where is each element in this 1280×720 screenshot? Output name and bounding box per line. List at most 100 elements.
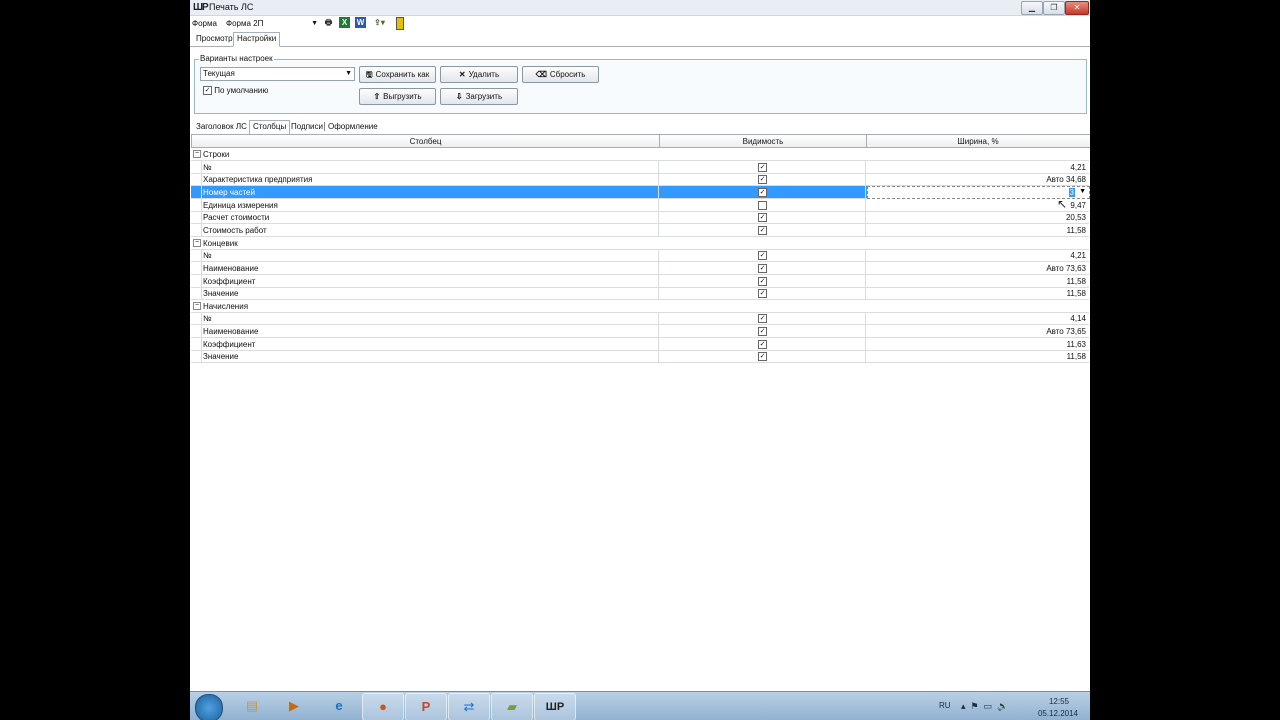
row-width-value[interactable]: Авто 73,65 — [1046, 327, 1086, 336]
column-settings-tabs: Заголовок ЛС Столбцы Подписи Оформление — [190, 119, 1090, 135]
word-icon[interactable]: W — [355, 17, 366, 28]
group-row[interactable]: − Строки — [191, 148, 1089, 161]
row-indent — [201, 261, 202, 274]
powerpoint-icon[interactable]: P — [405, 693, 447, 720]
visibility-checkbox-checked[interactable]: ✓ — [758, 187, 767, 197]
table-row[interactable]: № ✓ 4,14 — [191, 312, 1089, 326]
table-row[interactable]: Расчет стоимости ✓ 20,53 — [191, 211, 1089, 225]
default-checkbox[interactable]: ✓ По умолчанию — [203, 86, 268, 96]
cell-divider — [658, 350, 659, 363]
explorer-icon[interactable]: ▤ — [232, 693, 272, 719]
delete-x-icon: ✕ — [458, 70, 466, 79]
row-width-value[interactable]: 11,63 — [1067, 340, 1086, 349]
cell-divider — [658, 211, 659, 224]
visibility-checkbox-unchecked[interactable] — [758, 200, 767, 210]
visibility-checkbox-checked[interactable]: ✓ — [758, 225, 767, 235]
media-player-icon[interactable]: ▶ — [274, 693, 314, 719]
row-width-value[interactable]: 11,58 — [1067, 289, 1086, 298]
table-row[interactable]: Характеристика предприятия ✓ Авто 34,68 — [191, 173, 1089, 187]
restore-button[interactable]: ❐ — [1043, 1, 1065, 15]
table-row[interactable]: Стоимость работ ✓ 11,58 — [191, 223, 1089, 237]
form-select[interactable]: Форма 2П ▼ — [223, 17, 321, 31]
row-width-value[interactable]: 4,21 — [1070, 163, 1086, 172]
export-icon[interactable]: ⇪▾ — [371, 17, 388, 28]
visibility-checkbox-checked[interactable]: ✓ — [758, 314, 767, 324]
group-row[interactable]: − Начисления — [191, 299, 1089, 313]
row-width-value[interactable]: Авто 73,63 — [1046, 264, 1086, 273]
visibility-checkbox-checked[interactable]: ✓ — [758, 352, 767, 362]
table-row[interactable]: № ✓ 4,21 — [191, 249, 1089, 263]
row-width-value[interactable]: 11,58 — [1067, 352, 1086, 361]
tab-settings[interactable]: Настройки — [233, 32, 281, 47]
visibility-checkbox-checked[interactable]: ✓ — [758, 263, 767, 273]
export-label: Выгрузить — [383, 92, 422, 101]
collapse-icon[interactable]: − — [193, 150, 201, 158]
column-header-width[interactable]: Ширина, % — [867, 137, 1089, 146]
row-width-value[interactable]: 4,14 — [1070, 314, 1086, 323]
column-header-name[interactable]: Столбец — [192, 137, 659, 146]
tab-preview[interactable]: Просмотр — [193, 33, 236, 45]
row-width-value[interactable]: 11,58 — [1067, 226, 1086, 235]
printer-icon[interactable]: 🖶 — [323, 17, 334, 28]
export-button[interactable]: ⇧ Выгрузить — [359, 88, 436, 105]
tab-formatting[interactable]: Оформление — [325, 121, 381, 133]
row-width-value[interactable]: 4,21 — [1070, 251, 1086, 260]
group-row[interactable]: − Концевик — [191, 236, 1089, 250]
save-as-button[interactable]: 🖫 Сохранить как — [359, 66, 436, 83]
variant-select[interactable]: Текущая ▼ — [200, 67, 355, 81]
visibility-checkbox-checked[interactable]: ✓ — [758, 251, 767, 261]
visibility-checkbox-checked[interactable]: ✓ — [758, 175, 767, 185]
visibility-checkbox-checked[interactable]: ✓ — [758, 327, 767, 337]
tab-columns[interactable]: Столбцы — [249, 120, 291, 135]
visibility-checkbox-checked[interactable]: ✓ — [758, 276, 767, 286]
clock-time[interactable]: 12:55 — [1037, 697, 1081, 706]
cell-divider — [865, 261, 866, 274]
row-indent — [201, 337, 202, 350]
collapse-icon[interactable]: − — [193, 301, 201, 310]
notes-icon[interactable]: ▰ — [491, 693, 533, 720]
close-button[interactable]: ✕ — [1065, 1, 1089, 15]
table-row[interactable]: Наименование ✓ Авто 73,63 — [191, 261, 1089, 275]
cell-divider — [865, 287, 866, 300]
excel-icon[interactable]: X — [339, 17, 350, 28]
firefox-icon[interactable]: ● — [362, 693, 404, 720]
visibility-checkbox-checked[interactable]: ✓ — [758, 213, 767, 223]
row-indent — [201, 185, 202, 198]
row-indent — [201, 287, 202, 300]
chevron-down-icon[interactable]: ▼ — [1079, 188, 1086, 195]
row-width-value[interactable]: 20,53 — [1066, 213, 1086, 222]
taskbar: ▤ ▶ e ● P ⇄ ▰ ШР RU ▴⚑▭🔊 12:55 05.12.201… — [190, 691, 1090, 720]
bookmark-icon[interactable] — [396, 17, 404, 30]
import-button[interactable]: ⇩ Загрузить — [440, 88, 518, 105]
table-row[interactable]: Номер частей ✓ 3 ▼ — [191, 185, 1090, 199]
table-row[interactable]: Коэффициент ✓ 11,63 — [191, 337, 1089, 351]
cell-divider — [658, 274, 659, 287]
teamviewer-icon[interactable]: ⇄ — [448, 693, 490, 720]
row-width-value[interactable]: Авто 34,68 — [1046, 175, 1086, 184]
row-width-value[interactable]: 9,47 — [1070, 201, 1086, 210]
delete-button[interactable]: ✕ Удалить — [440, 66, 518, 83]
table-row[interactable]: Значение ✓ 11,58 — [191, 287, 1089, 301]
internet-explorer-icon[interactable]: e — [319, 693, 359, 719]
clock-date[interactable]: 05.12.2014 — [1032, 709, 1084, 718]
column-header-visibility[interactable]: Видимость — [660, 137, 866, 146]
tab-signatures[interactable]: Подписи — [288, 121, 326, 133]
visibility-checkbox-checked[interactable]: ✓ — [758, 289, 767, 299]
collapse-icon[interactable]: − — [193, 238, 201, 247]
width-editor-value[interactable]: 3 — [1068, 187, 1075, 197]
row-width-value[interactable]: 11,58 — [1067, 277, 1086, 286]
tab-header-ls[interactable]: Заголовок ЛС — [193, 121, 250, 133]
start-button[interactable] — [195, 694, 223, 720]
print-app-icon[interactable]: ШР — [534, 693, 576, 720]
minimize-button[interactable]: ▁ — [1021, 1, 1043, 15]
table-row[interactable]: Значение ✓ 11,58 — [191, 350, 1089, 364]
visibility-checkbox-checked[interactable]: ✓ — [758, 339, 767, 349]
reset-button[interactable]: ⌫ Сбросить — [522, 66, 599, 83]
visibility-checkbox-checked[interactable]: ✓ — [758, 162, 767, 172]
table-row[interactable]: Коэффициент ✓ 11,58 — [191, 274, 1089, 288]
table-row[interactable]: № ✓ 4,21 — [191, 160, 1089, 174]
language-indicator[interactable]: RU — [939, 701, 951, 710]
table-row[interactable]: Единица измерения 9,47 — [191, 198, 1089, 212]
tray-icons[interactable]: ▴⚑▭🔊 — [961, 701, 1013, 712]
table-row[interactable]: Наименование ✓ Авто 73,65 — [191, 325, 1089, 339]
